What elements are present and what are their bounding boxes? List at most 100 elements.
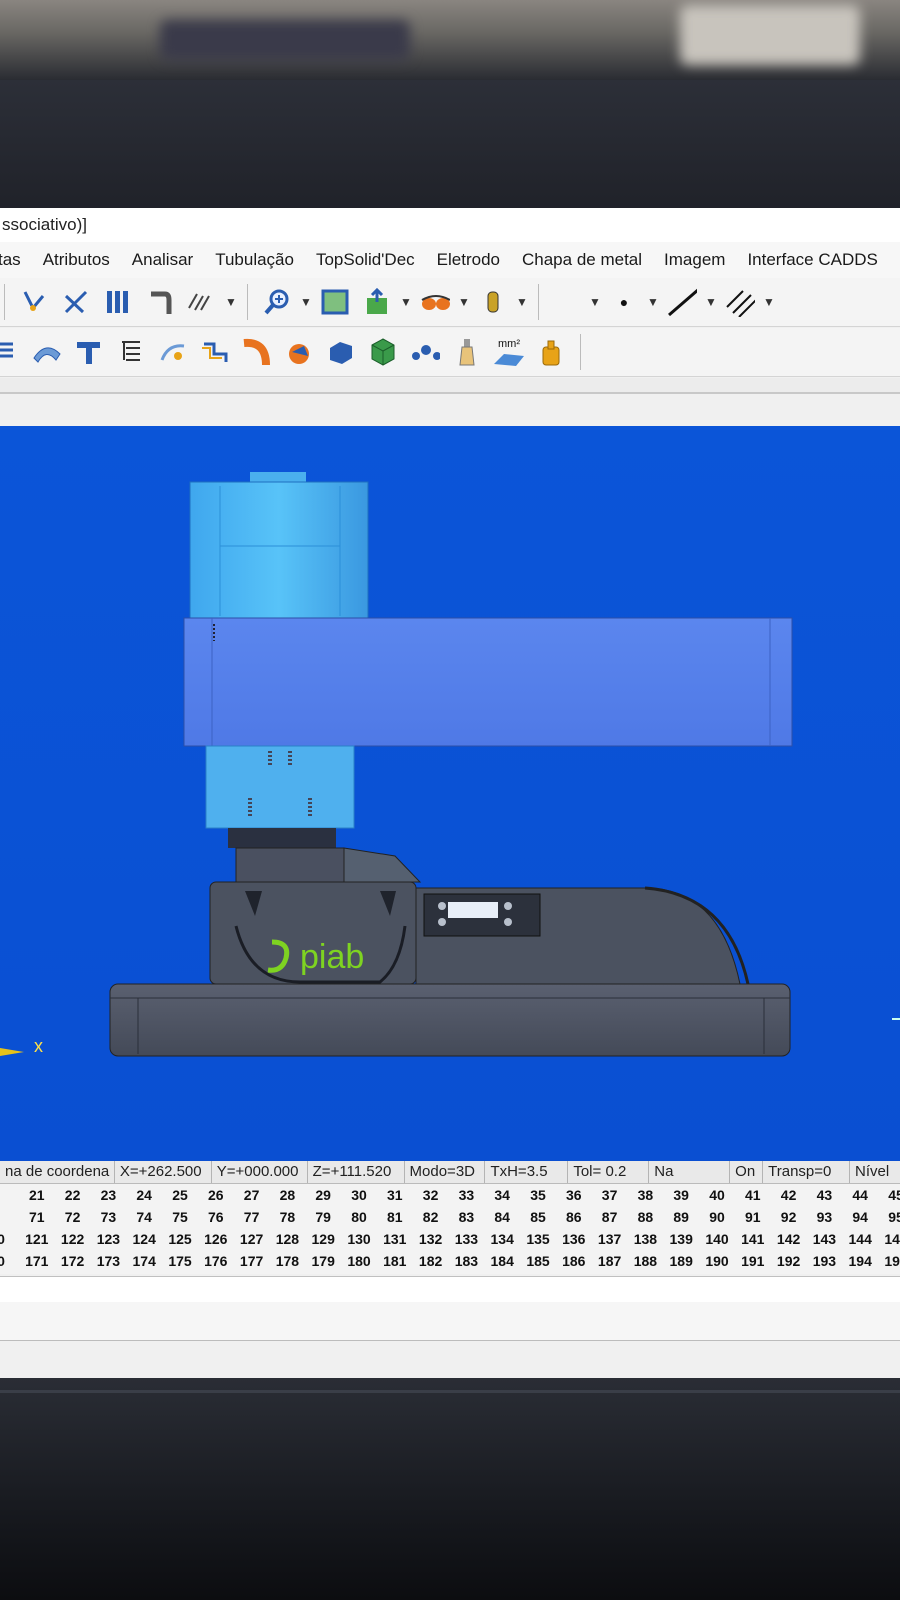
layer-cell[interactable]: 77	[235, 1206, 269, 1228]
layer-cell[interactable]: 33	[449, 1184, 483, 1206]
status-mode[interactable]: Modo=3D	[405, 1161, 486, 1183]
layer-cell[interactable]: 26	[199, 1184, 233, 1206]
layer-cell[interactable]: 82	[414, 1206, 448, 1228]
layer-cell[interactable]: 34	[485, 1184, 519, 1206]
layer-cell[interactable]: 181	[378, 1250, 412, 1272]
layer-cell[interactable]: 37	[593, 1184, 627, 1206]
layer-cell[interactable]: 123	[91, 1228, 125, 1250]
layer-cell[interactable]: 144	[843, 1228, 877, 1250]
layer-cell[interactable]: 125	[163, 1228, 197, 1250]
layer-cell[interactable]: 136	[557, 1228, 591, 1250]
render-icon[interactable]	[362, 286, 392, 318]
layer-cell[interactable]: 176	[199, 1250, 233, 1272]
layer-cell[interactable]: 194	[843, 1250, 877, 1272]
layer-cell[interactable]: 21	[20, 1184, 54, 1206]
layer-cell[interactable]: 22	[56, 1184, 90, 1206]
layer-cell[interactable]: 173	[91, 1250, 125, 1272]
status-on[interactable]: On	[730, 1161, 764, 1183]
layer-cell[interactable]: 84	[485, 1206, 519, 1228]
menu-item-chapa-de-metal[interactable]: Chapa de metal	[522, 250, 642, 270]
layer-cell[interactable]: 143	[807, 1228, 841, 1250]
menu-item-tubulacao[interactable]: Tubulação	[215, 250, 294, 270]
layer-cell[interactable]: 132	[414, 1228, 448, 1250]
layer-cell[interactable]: 40	[700, 1184, 734, 1206]
layer-cell[interactable]: 81	[378, 1206, 412, 1228]
layer-cell[interactable]: 186	[557, 1250, 591, 1272]
layer-cell[interactable]: 89	[664, 1206, 698, 1228]
layer-cell[interactable]: 42	[772, 1184, 806, 1206]
menu-item-eletrodo[interactable]: Eletrodo	[437, 250, 500, 270]
status-transp[interactable]: Transp=0	[763, 1161, 851, 1183]
layer-cell[interactable]: 93	[807, 1206, 841, 1228]
layer-cell[interactable]: 73	[91, 1206, 125, 1228]
layer-cell[interactable]: 31	[378, 1184, 412, 1206]
layer-cell[interactable]: 88	[628, 1206, 662, 1228]
layer-cell[interactable]: 35	[521, 1184, 555, 1206]
command-line[interactable]	[0, 1276, 900, 1304]
layer-cell[interactable]: 127	[235, 1228, 269, 1250]
layer-cell[interactable]: 172	[56, 1250, 90, 1272]
chevron-down-icon[interactable]: ▼	[589, 295, 601, 309]
layer-cell[interactable]: 174	[127, 1250, 161, 1272]
chevron-down-icon[interactable]: ▼	[516, 295, 528, 309]
layer-cell[interactable]: 180	[342, 1250, 376, 1272]
layer-cell[interactable]: 29	[306, 1184, 340, 1206]
hook-tool-icon[interactable]	[145, 286, 175, 318]
layer-cell[interactable]: 43	[807, 1184, 841, 1206]
pipe-bend-icon[interactable]	[242, 336, 272, 368]
layer-cell[interactable]: 28	[270, 1184, 304, 1206]
status-tol[interactable]: Tol= 0.2	[568, 1161, 650, 1183]
surface-icon[interactable]	[32, 336, 62, 368]
layer-cell[interactable]: 0	[0, 1250, 18, 1272]
layer-cell[interactable]: 83	[449, 1206, 483, 1228]
particles-icon[interactable]	[410, 336, 440, 368]
layer-cell[interactable]: 129	[306, 1228, 340, 1250]
glasses-icon[interactable]	[420, 286, 450, 318]
layer-cell[interactable]: 85	[521, 1206, 555, 1228]
layer-cell[interactable]: 45	[879, 1184, 900, 1206]
layer-cell[interactable]: 75	[163, 1206, 197, 1228]
menu-item-ferramentas[interactable]: tas	[0, 250, 21, 270]
layer-cell[interactable]: 94	[843, 1206, 877, 1228]
layer-cell[interactable]: 24	[127, 1184, 161, 1206]
menu-item-interface-cadds[interactable]: Interface CADDS	[747, 250, 877, 270]
layer-cell[interactable]: 27	[235, 1184, 269, 1206]
layer-cell[interactable]: 124	[127, 1228, 161, 1250]
line-style-icon[interactable]	[667, 286, 697, 318]
layer-cell[interactable]: 87	[593, 1206, 627, 1228]
chevron-down-icon[interactable]: ▼	[225, 295, 237, 309]
solid-box-icon[interactable]	[326, 336, 356, 368]
layer-cell[interactable]: 41	[736, 1184, 770, 1206]
menu-item-atributos[interactable]: Atributos	[43, 250, 110, 270]
layer-cell[interactable]: 138	[628, 1228, 662, 1250]
layer-cell[interactable]: 30	[342, 1184, 376, 1206]
layer-cell[interactable]: 187	[593, 1250, 627, 1272]
layer-cell[interactable]: 140	[700, 1228, 734, 1250]
layer-cell[interactable]: 23	[91, 1184, 125, 1206]
menu-item-imagem[interactable]: Imagem	[664, 250, 725, 270]
layer-cell[interactable]: 78	[270, 1206, 304, 1228]
chevron-down-icon[interactable]: ▼	[400, 295, 412, 309]
area-icon[interactable]: mm²	[494, 336, 524, 368]
layer-cell[interactable]: 121	[20, 1228, 54, 1250]
menu-item-analisar[interactable]: Analisar	[132, 250, 193, 270]
layer-cell[interactable]: 134	[485, 1228, 519, 1250]
hatch-style-icon[interactable]	[725, 286, 755, 318]
layer-cell[interactable]: 177	[235, 1250, 269, 1272]
layer-cell[interactable]: 76	[199, 1206, 233, 1228]
layer-cell[interactable]: 130	[342, 1228, 376, 1250]
chevron-down-icon[interactable]: ▼	[300, 295, 312, 309]
layer-cell[interactable]: 122	[56, 1228, 90, 1250]
layer-cell[interactable]: 71	[20, 1206, 54, 1228]
layer-cell[interactable]: 171	[20, 1250, 54, 1272]
chevron-down-icon[interactable]: ▼	[705, 295, 717, 309]
hatch-tool-icon[interactable]	[187, 286, 217, 318]
point-style-icon[interactable]: ●	[609, 286, 639, 318]
chevron-down-icon[interactable]: ▼	[458, 295, 470, 309]
layer-cell[interactable]: 79	[306, 1206, 340, 1228]
layer-cell[interactable]: 141	[736, 1228, 770, 1250]
layer-cell[interactable]: 72	[56, 1206, 90, 1228]
layer-cell[interactable]: 32	[414, 1184, 448, 1206]
layer-cell[interactable]: 191	[736, 1250, 770, 1272]
layer-cell[interactable]: 86	[557, 1206, 591, 1228]
